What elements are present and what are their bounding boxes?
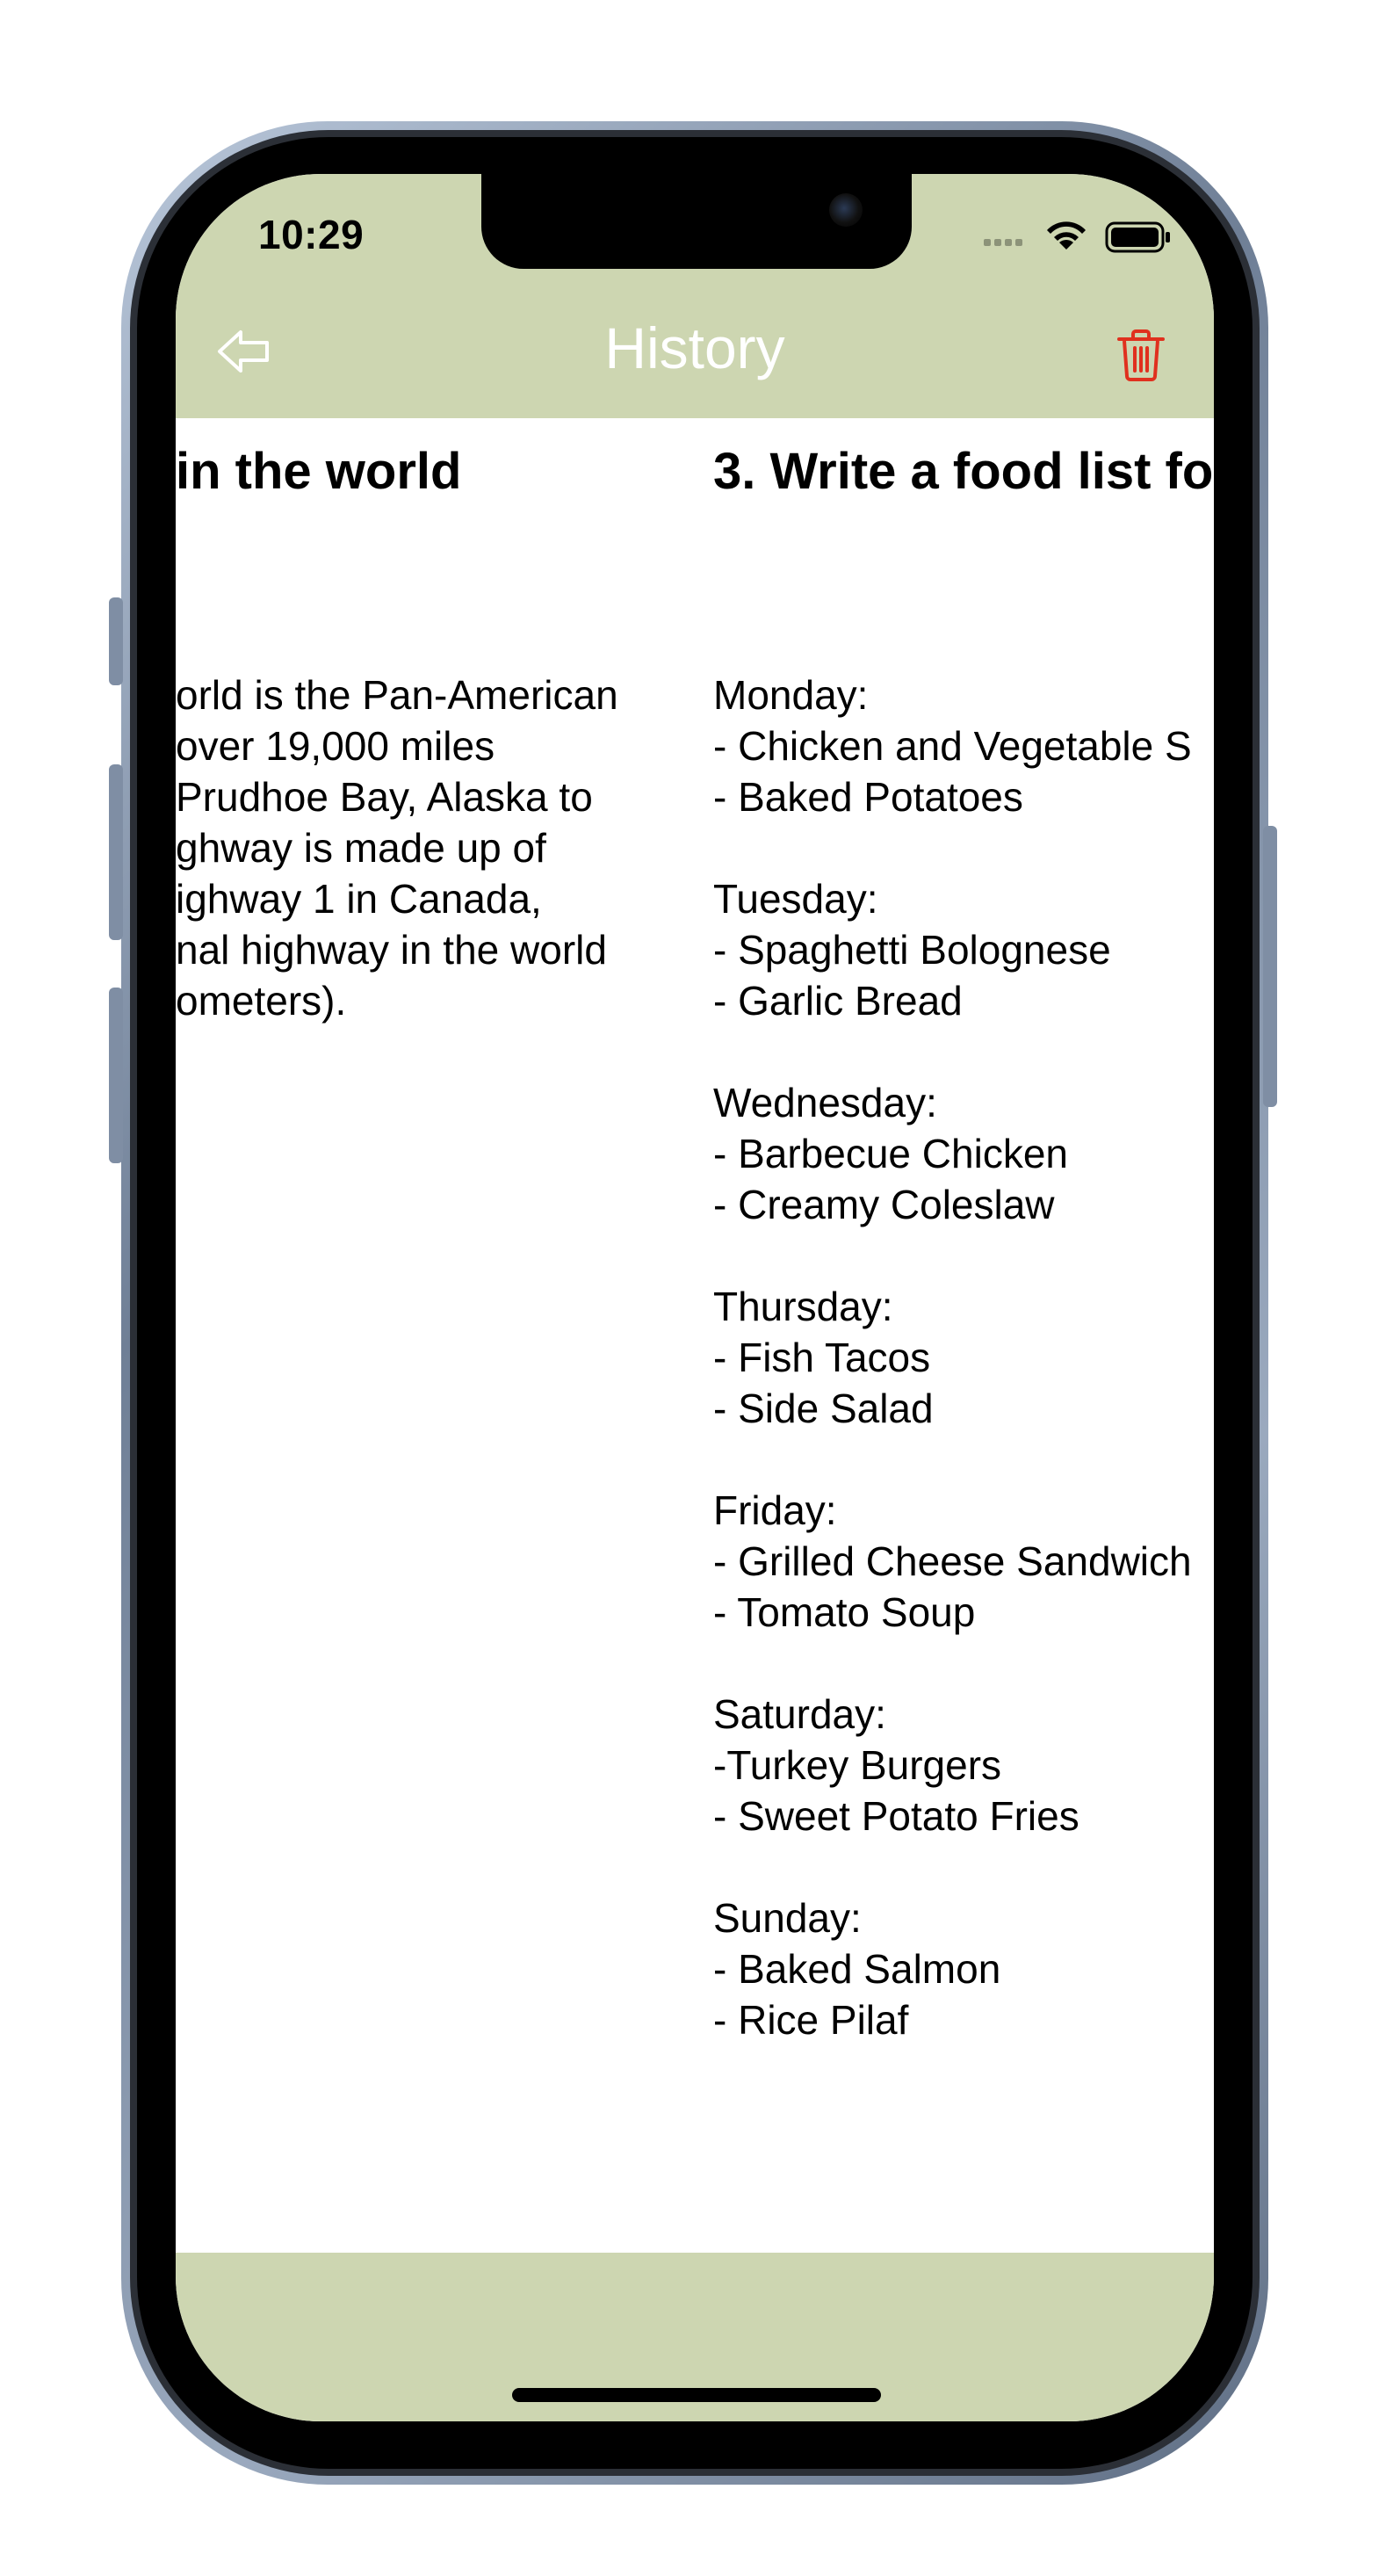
card-body-line: Monday: <box>713 672 869 718</box>
app-screen: 10:29 History in the world orld is the P… <box>176 174 1214 2421</box>
card-body-line: Tuesday: <box>713 876 878 922</box>
card-body-line: Friday: <box>713 1487 837 1533</box>
card-body-line: -Turkey Burgers <box>713 1742 1002 1788</box>
card-body-line: - Fish Tacos <box>713 1335 931 1380</box>
card-body-line: - Spaghetti Bolognese <box>713 927 1111 973</box>
card-body-line: Sunday: <box>713 1895 862 1941</box>
card-body-line: - Barbecue Chicken <box>713 1131 1068 1176</box>
status-icons <box>984 221 1170 253</box>
card-title: 3. Write a food list fo <box>713 443 1214 500</box>
card-body: Monday: - Chicken and Vegetable S - Baked … <box>713 669 1214 2045</box>
status-time: 10:29 <box>258 212 365 257</box>
battery-icon <box>1105 221 1170 253</box>
power-button <box>1263 826 1277 1107</box>
card-body-line: - Garlic Bread <box>713 978 963 1024</box>
notch <box>481 174 912 269</box>
card-body-line: - Grilled Cheese Sandwich <box>713 1538 1192 1584</box>
volume-up-button <box>109 764 123 940</box>
page-title: History <box>604 315 785 380</box>
card-body-line: Saturday: <box>713 1691 886 1737</box>
camera-icon <box>829 193 863 227</box>
card-body-line: - Baked Potatoes <box>713 774 1023 820</box>
card-body-line: - Baked Salmon <box>713 1946 1001 1992</box>
card-title: in the world <box>176 443 462 500</box>
card-body-line: - Sweet Potato Fries <box>713 1793 1079 1839</box>
card-body-line: - Creamy Coleslaw <box>713 1182 1055 1227</box>
wifi-icon <box>1047 221 1086 250</box>
navigation-bar: 10:29 History <box>176 174 1214 418</box>
cellular-signal-icon <box>984 239 1022 246</box>
home-indicator[interactable] <box>512 2388 881 2402</box>
card-body-line: - Tomato Soup <box>713 1589 976 1635</box>
device-frame: 10:29 History in the world orld is the P… <box>0 0 1379 2576</box>
card-body-line: - Chicken and Vegetable S <box>713 723 1192 769</box>
history-carousel[interactable]: in the world orld is the Pan-American ove… <box>176 418 1214 2253</box>
card-body-line: - Side Salad <box>713 1386 934 1431</box>
delete-button[interactable] <box>1117 329 1165 381</box>
trash-icon <box>1117 329 1165 381</box>
card-body-line: Thursday: <box>713 1284 893 1329</box>
card-body-line: Wednesday: <box>713 1080 937 1125</box>
volume-down-button <box>109 988 123 1163</box>
mute-switch <box>109 597 123 685</box>
card-body-line: - Rice Pilaf <box>713 1997 909 2043</box>
